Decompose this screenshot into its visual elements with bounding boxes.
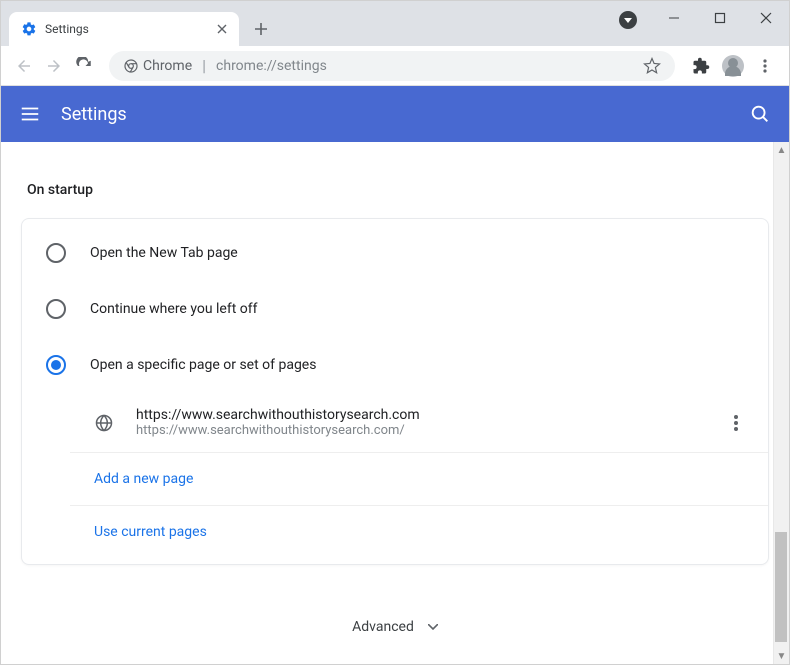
- reload-button[interactable]: [69, 51, 99, 81]
- minimize-button[interactable]: [651, 1, 697, 35]
- radio-label: Continue where you left off: [90, 301, 258, 317]
- omnibox-label: Chrome: [143, 58, 192, 74]
- add-page-link[interactable]: Add a new page: [70, 453, 768, 506]
- back-button[interactable]: [9, 51, 39, 81]
- settings-gear-icon: [21, 21, 37, 37]
- page-entry-menu-icon[interactable]: [724, 413, 748, 433]
- settings-title: Settings: [61, 104, 749, 125]
- maximize-button[interactable]: [697, 1, 743, 35]
- advanced-toggle[interactable]: Advanced: [21, 605, 769, 664]
- startup-option-newtab[interactable]: Open the New Tab page: [22, 225, 768, 281]
- hamburger-menu-icon[interactable]: [19, 103, 41, 125]
- chrome-icon: [123, 58, 139, 74]
- bookmark-star-icon[interactable]: [643, 57, 661, 75]
- tab-title: Settings: [45, 22, 217, 36]
- page-entry-url: https://www.searchwithouthistorysearch.c…: [136, 423, 724, 438]
- browser-tab[interactable]: Settings: [9, 12, 239, 46]
- browser-menu-icon[interactable]: [749, 50, 781, 82]
- search-icon[interactable]: [749, 103, 771, 125]
- startup-card: Open the New Tab page Continue where you…: [21, 218, 769, 565]
- tab-close-icon[interactable]: [217, 24, 227, 34]
- use-current-pages-link[interactable]: Use current pages: [70, 506, 768, 558]
- startup-pages-list: https://www.searchwithouthistorysearch.c…: [22, 393, 768, 558]
- tab-search-icon[interactable]: [619, 11, 637, 29]
- startup-option-continue[interactable]: Continue where you left off: [22, 281, 768, 337]
- radio-icon: [46, 355, 66, 375]
- radio-icon: [46, 243, 66, 263]
- settings-header: Settings: [1, 86, 789, 142]
- omnibox-divider: |: [202, 56, 206, 75]
- profile-avatar-icon[interactable]: [717, 50, 749, 82]
- scrollbar[interactable]: ▲ ▼: [773, 142, 789, 664]
- globe-icon: [94, 413, 114, 433]
- close-button[interactable]: [743, 1, 789, 35]
- advanced-label: Advanced: [352, 619, 414, 635]
- titlebar: Settings: [1, 1, 789, 46]
- chevron-down-icon: [428, 624, 438, 630]
- content-area: On startup Open the New Tab page Continu…: [1, 142, 789, 664]
- address-bar[interactable]: Chrome | chrome://settings: [109, 51, 675, 81]
- omnibox-url: chrome://settings: [216, 58, 643, 74]
- radio-label: Open a specific page or set of pages: [90, 357, 316, 373]
- browser-toolbar: Chrome | chrome://settings: [1, 46, 789, 86]
- scroll-down-icon[interactable]: ▼: [774, 648, 789, 664]
- extensions-icon[interactable]: [685, 50, 717, 82]
- startup-section-title: On startup: [27, 182, 769, 198]
- startup-page-entry: https://www.searchwithouthistorysearch.c…: [70, 393, 768, 453]
- radio-label: Open the New Tab page: [90, 245, 238, 261]
- page-entry-title: https://www.searchwithouthistorysearch.c…: [136, 407, 724, 423]
- forward-button[interactable]: [39, 51, 69, 81]
- new-tab-button[interactable]: [247, 15, 275, 43]
- scroll-up-icon[interactable]: ▲: [774, 142, 789, 158]
- scroll-thumb[interactable]: [775, 532, 787, 642]
- startup-option-specific[interactable]: Open a specific page or set of pages: [22, 337, 768, 393]
- radio-icon: [46, 299, 66, 319]
- window-controls: [651, 1, 789, 35]
